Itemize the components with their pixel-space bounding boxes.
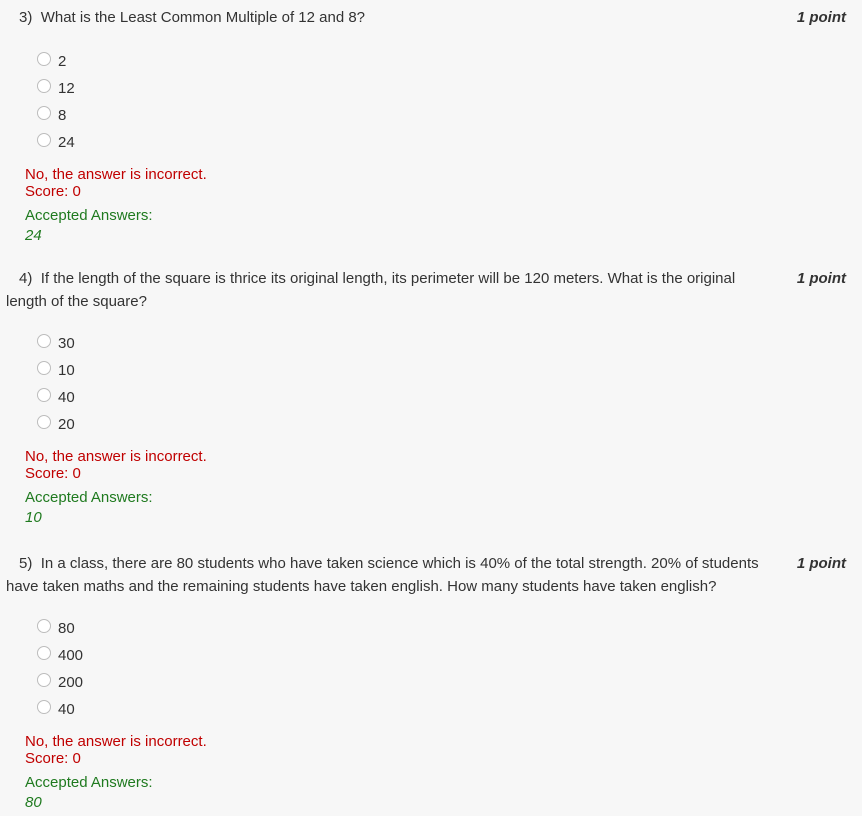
incorrect-message: No, the answer is incorrect. (25, 733, 207, 750)
accepted-answers-label: Accepted Answers: (25, 207, 153, 224)
accepted-answer-value: 80 (25, 794, 42, 811)
incorrect-message: No, the answer is incorrect. (25, 166, 207, 183)
question-prompt: If the length of the square is thrice it… (6, 270, 736, 310)
question-text: 3) What is the Least Common Multiple of … (19, 6, 772, 29)
option-item[interactable]: 8 (0, 102, 862, 129)
option-item[interactable]: 200 (0, 669, 862, 696)
question-header: 5) In a class, there are 80 students who… (0, 552, 862, 598)
question-4: 4) If the length of the square is thrice… (0, 267, 862, 528)
radio-button[interactable] (37, 619, 51, 633)
option-label: 80 (58, 620, 75, 637)
question-number: 5) (19, 555, 33, 572)
options-list: 80 400 200 40 (0, 615, 862, 723)
option-item[interactable]: 400 (0, 642, 862, 669)
option-label: 40 (58, 701, 75, 718)
points-label: 1 point (796, 555, 846, 572)
radio-button[interactable] (37, 361, 51, 375)
score-text: Score: 0 (25, 183, 81, 200)
question-header: 3) What is the Least Common Multiple of … (0, 6, 862, 29)
option-item[interactable]: 20 (0, 411, 862, 438)
options-list: 2 12 8 24 (0, 48, 862, 156)
option-item[interactable]: 80 (0, 615, 862, 642)
option-label: 200 (58, 674, 84, 691)
score-text: Score: 0 (25, 750, 81, 767)
accepted-answers-label: Accepted Answers: (25, 489, 153, 506)
radio-button[interactable] (37, 133, 51, 147)
points-label: 1 point (796, 9, 846, 26)
question-header: 4) If the length of the square is thrice… (0, 267, 862, 313)
option-item[interactable]: 40 (0, 384, 862, 411)
radio-button[interactable] (37, 415, 51, 429)
option-item[interactable]: 24 (0, 129, 862, 156)
option-label: 8 (58, 107, 67, 124)
accepted-answer-value: 24 (25, 227, 42, 244)
radio-button[interactable] (37, 106, 51, 120)
feedback-block: No, the answer is incorrect. Score: 0 Ac… (25, 448, 862, 528)
radio-button[interactable] (37, 52, 51, 66)
option-label: 2 (58, 53, 67, 70)
option-item[interactable]: 10 (0, 357, 862, 384)
incorrect-message: No, the answer is incorrect. (25, 448, 207, 465)
radio-button[interactable] (37, 646, 51, 660)
option-item[interactable]: 12 (0, 75, 862, 102)
radio-button[interactable] (37, 388, 51, 402)
question-3: 3) What is the Least Common Multiple of … (0, 6, 862, 246)
question-prompt: What is the Least Common Multiple of 12 … (40, 9, 366, 26)
question-number: 4) (19, 270, 33, 287)
question-prompt: In a class, there are 80 students who ha… (6, 555, 759, 595)
option-item[interactable]: 2 (0, 48, 862, 75)
feedback-block: No, the answer is incorrect. Score: 0 Ac… (25, 733, 862, 813)
score-text: Score: 0 (25, 465, 81, 482)
question-number: 3) (19, 9, 33, 26)
points-label: 1 point (796, 270, 846, 287)
option-label: 12 (58, 80, 75, 97)
radio-button[interactable] (37, 334, 51, 348)
feedback-block: No, the answer is incorrect. Score: 0 Ac… (25, 166, 862, 246)
options-list: 30 10 40 20 (0, 330, 862, 438)
accepted-answer-value: 10 (25, 509, 42, 526)
option-label: 20 (58, 416, 75, 433)
accepted-answers-label: Accepted Answers: (25, 774, 153, 791)
radio-button[interactable] (37, 700, 51, 714)
option-label: 24 (58, 134, 75, 151)
question-5: 5) In a class, there are 80 students who… (0, 552, 862, 813)
radio-button[interactable] (37, 673, 51, 687)
radio-button[interactable] (37, 79, 51, 93)
question-text: 5) In a class, there are 80 students who… (6, 552, 772, 598)
option-label: 40 (58, 389, 75, 406)
option-label: 10 (58, 362, 75, 379)
question-text: 4) If the length of the square is thrice… (6, 267, 772, 313)
option-label: 30 (58, 335, 75, 352)
option-item[interactable]: 40 (0, 696, 862, 723)
option-item[interactable]: 30 (0, 330, 862, 357)
option-label: 400 (58, 647, 84, 664)
